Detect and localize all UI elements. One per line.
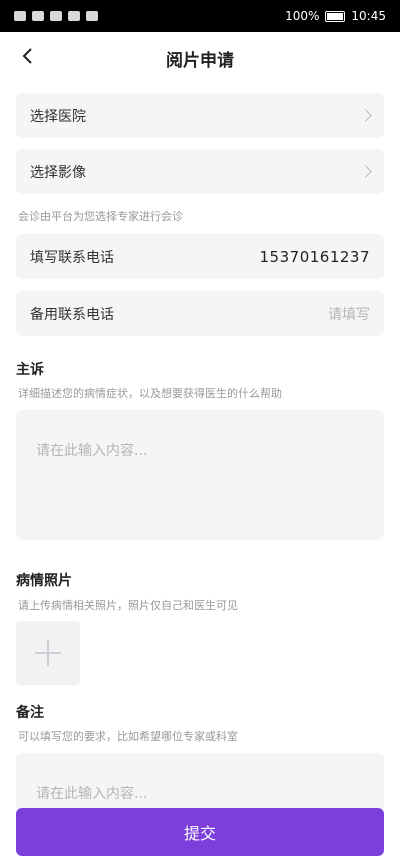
backup-phone-label: 备用联系电话 xyxy=(30,306,114,323)
submit-button[interactable]: 提交 xyxy=(16,808,384,856)
chevron-right-icon xyxy=(359,109,372,122)
backup-phone-input[interactable]: 请填写 xyxy=(328,304,370,324)
complaint-textarea[interactable]: 请在此输入内容... xyxy=(16,410,384,540)
select-image-row[interactable]: 选择影像 xyxy=(16,149,384,194)
nav-bar: 阅片申请 xyxy=(0,32,400,84)
signal-icon xyxy=(14,11,26,21)
status-bar: 100% 10:45 xyxy=(0,0,400,32)
battery-text: 100% xyxy=(285,9,320,23)
status-left-icons xyxy=(14,11,98,21)
back-arrow-icon xyxy=(22,48,32,64)
notification-icon xyxy=(68,11,80,21)
select-image-label: 选择影像 xyxy=(30,164,86,181)
chevron-right-icon xyxy=(359,165,372,178)
select-hospital-row[interactable]: 选择医院 xyxy=(16,93,384,138)
sim-icon xyxy=(32,11,44,21)
plus-icon xyxy=(35,640,61,666)
complaint-title: 主诉 xyxy=(16,362,44,378)
remark-textarea[interactable]: 请在此输入内容... xyxy=(16,753,384,813)
contact-phone-label: 填写联系电话 xyxy=(30,249,114,266)
back-button[interactable] xyxy=(16,44,40,68)
wifi-icon xyxy=(50,11,62,21)
remark-hint: 可以填写您的要求，比如希望哪位专家或科室 xyxy=(18,730,238,743)
select-hospital-label: 选择医院 xyxy=(30,108,86,125)
status-right: 100% 10:45 xyxy=(285,9,386,23)
battery-icon xyxy=(325,10,346,22)
photos-hint: 请上传病情相关照片，照片仅自己和医生可见 xyxy=(18,599,238,612)
page-title: 阅片申请 xyxy=(166,50,234,71)
remark-title: 备注 xyxy=(16,705,44,721)
message-icon xyxy=(86,11,98,21)
backup-phone-row[interactable]: 备用联系电话 请填写 xyxy=(16,291,384,336)
photos-title: 病情照片 xyxy=(16,573,72,589)
contact-phone-input[interactable]: 15370161237 xyxy=(260,248,370,266)
add-photo-button[interactable] xyxy=(16,621,80,685)
complaint-hint: 详细描述您的病情症状，以及想要获得医生的什么帮助 xyxy=(18,387,282,400)
contact-phone-row[interactable]: 填写联系电话 15370161237 xyxy=(16,234,384,279)
clock: 10:45 xyxy=(351,9,386,23)
consult-hint: 会诊由平台为您选择专家进行会诊 xyxy=(18,210,183,223)
